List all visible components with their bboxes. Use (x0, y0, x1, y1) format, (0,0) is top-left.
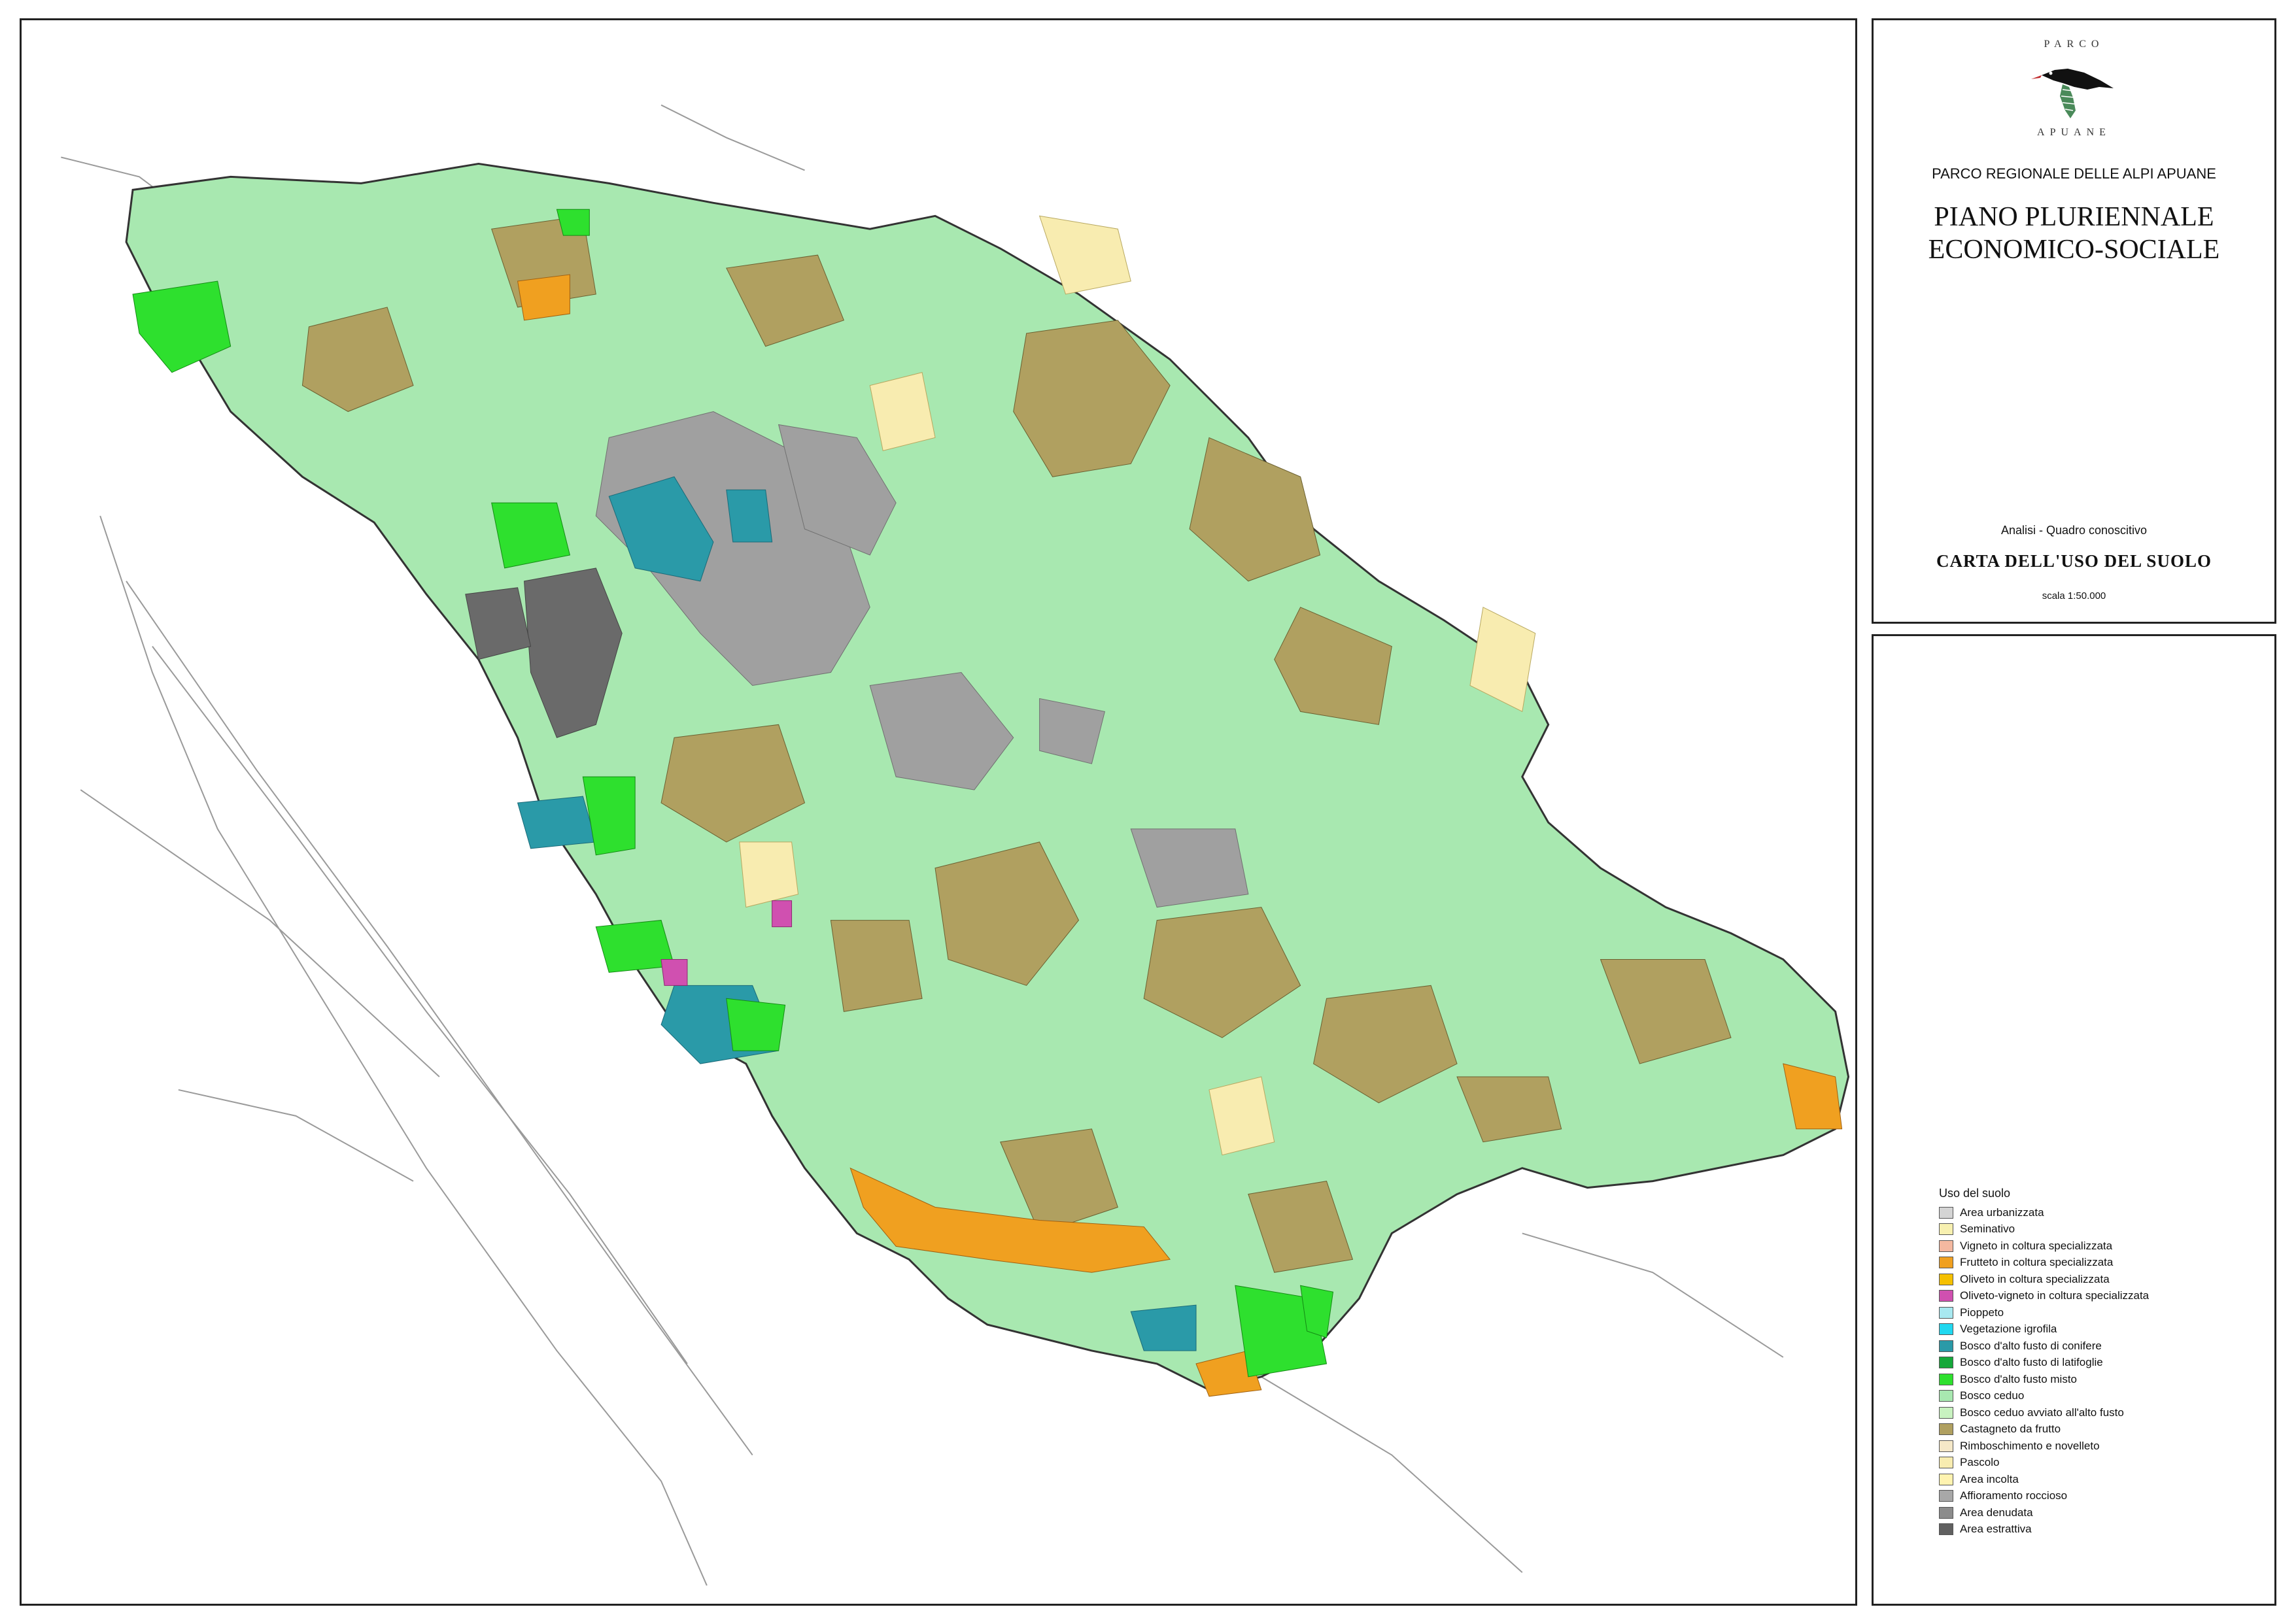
legend-item: Bosco d'alto fusto misto (1939, 1371, 2149, 1388)
legend-label: Area estrattiva (1960, 1523, 2032, 1536)
legend-label: Pioppeto (1960, 1306, 2004, 1319)
legend-panel: Uso del suolo Area urbanizzata Seminativ… (1872, 634, 2276, 1606)
legend-label: Pascolo (1960, 1456, 2000, 1469)
logo-bottom-text: APUANE (2037, 127, 2111, 138)
legend-item: Pascolo (1939, 1455, 2149, 1472)
legend-swatch (1939, 1323, 1953, 1336)
legend-label: Area incolta (1960, 1472, 2019, 1485)
legend-label: Bosco d'alto fusto di conifere (1960, 1339, 2102, 1352)
bird-logo-icon (2030, 69, 2114, 118)
map-panel[interactable] (20, 18, 1857, 1606)
legend-label: Castagneto da frutto (1960, 1423, 2061, 1436)
legend-item: Bosco ceduo (1939, 1388, 2149, 1405)
park-logo: PARCO APUANE (2022, 39, 2127, 139)
legend-label: Bosco ceduo (1960, 1389, 2025, 1402)
land-use-map[interactable] (22, 20, 1855, 1604)
legend-item: Bosco d'alto fusto di conifere (1939, 1338, 2149, 1355)
park-name: PARCO REGIONALE DELLE ALPI APUANE (1932, 165, 2216, 182)
legend-label: Bosco d'alto fusto di latifoglie (1960, 1356, 2103, 1369)
legend-title: Uso del suolo (1939, 1187, 2011, 1200)
analysis-subtitle: Analisi - Quadro conoscitivo (2000, 524, 2148, 537)
legend-item: Vegetazione igrofila (1939, 1321, 2149, 1338)
legend-swatch (1939, 1373, 1953, 1385)
legend-swatch (1939, 1273, 1953, 1285)
legend-item: Bosco ceduo avviato all'alto fusto (1939, 1404, 2149, 1421)
road-line (178, 1089, 414, 1182)
legend-item: Seminativo (1939, 1221, 2149, 1238)
legend-label: Area urbanizzata (1960, 1206, 2044, 1219)
olive-vine-patch (772, 900, 793, 928)
plan-title-line1: PIANO PLURIENNALE (1934, 202, 2214, 232)
legend-item: Frutteto in coltura specializzata (1939, 1255, 2149, 1272)
legend-swatch (1939, 1423, 1953, 1436)
legend: Uso del suolo Area urbanizzata Seminativ… (1939, 1187, 2149, 1538)
legend-label: Bosco ceduo avviato all'alto fusto (1960, 1406, 2124, 1419)
plan-title: PIANO PLURIENNALE ECONOMICO-SOCIALE (1874, 201, 2274, 266)
mixed-patch (726, 998, 786, 1051)
legend-swatch (1939, 1406, 1953, 1419)
legend-item: Bosco d'alto fusto di latifoglie (1939, 1355, 2149, 1372)
legend-swatch (1939, 1223, 1953, 1236)
legend-label: Vegetazione igrofila (1960, 1323, 2057, 1336)
legend-item: Oliveto in coltura specializzata (1939, 1271, 2149, 1288)
legend-swatch (1939, 1490, 1953, 1502)
legend-label: Bosco d'alto fusto misto (1960, 1372, 2077, 1385)
chestnut-patch (830, 920, 923, 1012)
plan-title-line2: ECONOMICO-SOCIALE (1928, 235, 2220, 265)
map-title: CARTA DELL'USO DEL SUOLO (1936, 551, 2212, 571)
legend-swatch (1939, 1457, 1953, 1469)
logo-top-text: PARCO (2044, 39, 2104, 50)
legend-item: Area urbanizzata (1939, 1204, 2149, 1221)
legend-label: Oliveto in coltura specializzata (1960, 1272, 2110, 1285)
legend-label: Seminativo (1960, 1223, 2015, 1236)
legend-label: Affioramento roccioso (1960, 1489, 2068, 1502)
map-scale: scala 1:50.000 (2042, 590, 2106, 601)
road-line (1522, 1232, 1784, 1358)
orchard-patch (517, 274, 570, 321)
legend-swatch (1939, 1523, 1953, 1536)
legend-item: Castagneto da frutto (1939, 1421, 2149, 1438)
legend-item: Vigneto in coltura specializzata (1939, 1238, 2149, 1255)
legend-swatch (1939, 1306, 1953, 1319)
legend-swatch (1939, 1506, 1953, 1519)
legend-item: Oliveto-vigneto in coltura specializzata (1939, 1288, 2149, 1305)
legend-swatch (1939, 1473, 1953, 1485)
legend-label: Frutteto in coltura specializzata (1960, 1256, 2114, 1269)
legend-item: Pioppeto (1939, 1304, 2149, 1321)
legend-item: Rimboschimento e novelleto (1939, 1438, 2149, 1455)
legend-swatch (1939, 1206, 1953, 1219)
legend-label: Area denudata (1960, 1506, 2033, 1519)
legend-swatch (1939, 1357, 1953, 1369)
road-line (660, 104, 805, 171)
legend-item: Affioramento roccioso (1939, 1488, 2149, 1505)
legend-label: Oliveto-vigneto in coltura specializzata (1960, 1289, 2150, 1302)
legend-label: Rimboschimento e novelleto (1960, 1439, 2100, 1452)
legend-swatch (1939, 1290, 1953, 1302)
legend-swatch (1939, 1257, 1953, 1269)
legend-item: Area estrattiva (1939, 1521, 2149, 1538)
legend-swatch (1939, 1390, 1953, 1402)
legend-item: Area incolta (1939, 1471, 2149, 1488)
olive-vine-patch (660, 958, 688, 986)
legend-item: Area denudata (1939, 1504, 2149, 1521)
conifer-patch (517, 796, 596, 849)
legend-label: Vigneto in coltura specializzata (1960, 1239, 2113, 1252)
legend-swatch (1939, 1240, 1953, 1252)
conifer-patch (726, 489, 773, 543)
legend-swatch (1939, 1340, 1953, 1352)
legend-swatch (1939, 1440, 1953, 1452)
title-panel: PARCO APUANE PARCO REGIONALE DELLE ALPI … (1872, 18, 2276, 624)
road-line (80, 789, 440, 1077)
